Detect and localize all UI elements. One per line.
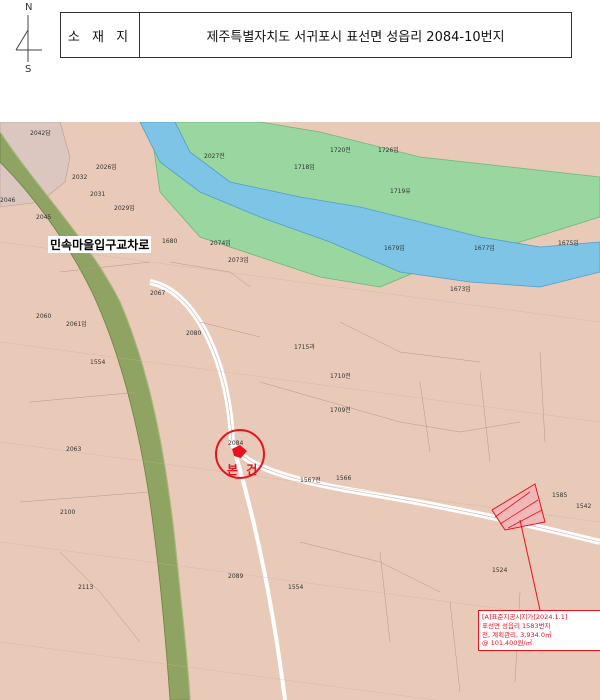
parcel-label: 1720전	[330, 147, 351, 155]
callout-line-2: 표선면 성읍리 1583번지	[482, 621, 551, 630]
parcel-label: 1710전	[330, 372, 351, 380]
parcel-label: 2046	[0, 197, 16, 205]
parcel-label: 2027전	[204, 152, 225, 160]
parcel-label: 1675임	[558, 239, 579, 247]
parcel-label: 2032	[72, 174, 88, 182]
parcel-label: 2029임	[114, 204, 135, 212]
parcel-label: 1680	[162, 237, 178, 245]
parcel-label: 2113	[78, 584, 94, 592]
parcel-label: 2074임	[210, 239, 231, 247]
parcel-label: 1718임	[294, 164, 315, 172]
location-table: 소 재 지 제주특별자치도 서귀포시 표선면 성읍리 2084-10번지	[60, 12, 572, 58]
parcel-label: 1726임	[378, 147, 399, 155]
parcel-label: 1554	[288, 584, 304, 592]
parcel-label: 1677임	[474, 245, 495, 253]
compass-south-label: S	[25, 64, 32, 75]
compass-north-label: N	[25, 2, 33, 13]
callout-line-1: [A]표준지공시지가[2024.1.1]	[482, 613, 568, 621]
parcel-label: 2100	[60, 509, 76, 517]
parcel-label: 1585	[552, 491, 568, 499]
parcel-label: 2045	[36, 214, 52, 222]
road-intersection-label: 민속마을입구교차로	[48, 236, 152, 253]
parcel-label: 2026임	[96, 164, 117, 172]
parcel-label: 2067	[150, 289, 166, 297]
parcel-label: 1566	[336, 474, 352, 482]
parcel-label: 1567전	[300, 476, 321, 484]
parcel-label: 1673임	[450, 285, 471, 293]
parcel-label: 2080	[186, 330, 202, 338]
parcel-label: 1715과	[294, 343, 315, 351]
parcel-label: 2073임	[228, 256, 249, 264]
location-address: 제주특별자치도 서귀포시 표선면 성읍리 2084-10번지	[206, 29, 505, 45]
standard-land-price-callout: [A]표준지공시지가[2024.1.1] 표선면 성읍리 1583번지 전, 계…	[478, 610, 600, 652]
parcel-label: 2084	[228, 439, 244, 447]
parcel-label: 2042답	[30, 129, 51, 137]
parcel-label: 2061임	[66, 320, 87, 328]
location-label: 소 재 지	[61, 13, 140, 57]
parcel-label: 2060	[36, 312, 52, 320]
parcel-label: 2063	[66, 445, 82, 453]
parcel-label: 1524	[492, 567, 508, 575]
parcel-label: 1542	[576, 503, 592, 511]
parcel-label: 1679임	[384, 245, 405, 253]
parcel-label: 1554	[90, 358, 106, 366]
cadastral-map: 민속마을입구교차로 2042답 2027전 1718임 1720전 1726임 2026임…	[0, 122, 600, 700]
parcel-label: 1719유	[390, 187, 411, 195]
parcel-label: 1709전	[330, 407, 351, 415]
parcel-label: 2031	[90, 191, 106, 199]
north-arrow: N S	[8, 2, 48, 78]
callout-line-3: 전, 계획관리, 3,934.0㎡	[482, 630, 552, 639]
callout-line-4: @ 101,400원/㎡	[482, 639, 533, 648]
parcel-label: 2089	[228, 572, 244, 580]
subject-property-label: 본 건	[227, 463, 260, 477]
